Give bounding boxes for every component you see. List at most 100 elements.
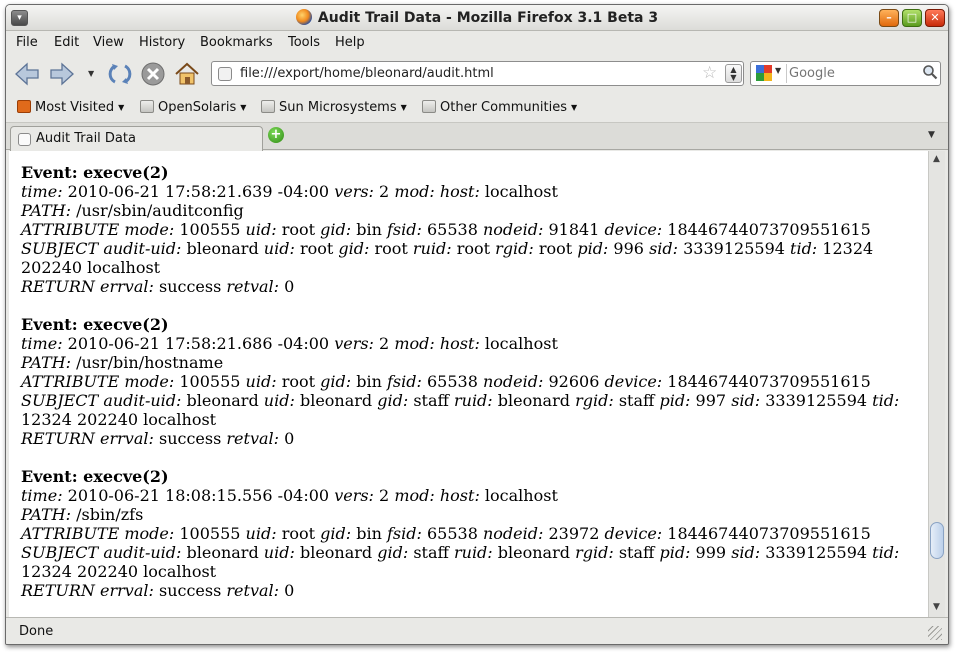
event-header-line: time: 2010-06-21 17:58:21.639 -04:00 ver… [21, 182, 921, 201]
device-value: 18446744073709551615 [667, 372, 871, 391]
event-title: Event: execve(2) [21, 163, 169, 182]
bookmark-other-communities[interactable]: Other Communities ▼ [422, 100, 577, 115]
home-icon[interactable] [173, 61, 201, 87]
uid-label: uid: [245, 220, 277, 239]
menu-file[interactable]: File [16, 35, 38, 50]
gid-label: gid: [377, 543, 409, 562]
tid-value: 12324 202240 localhost [21, 562, 217, 581]
bookmark-most-visited[interactable]: Most Visited ▼ [17, 100, 124, 115]
tab-audit-trail-data[interactable]: Audit Trail Data [10, 126, 263, 151]
menu-history[interactable]: History [139, 35, 185, 50]
bookmark-sun-microsystems[interactable]: Sun Microsystems ▼ [261, 100, 407, 115]
ruid-label: ruid: [453, 543, 493, 562]
fsid-value: 65538 [426, 220, 478, 239]
retval-value: 0 [284, 581, 295, 600]
menu-view[interactable]: View [93, 35, 124, 50]
path-label: PATH: [21, 353, 71, 372]
stop-icon[interactable] [139, 61, 167, 87]
reload-icon[interactable] [106, 61, 134, 87]
sid-value: 3339125594 [683, 239, 785, 258]
scroll-up-icon[interactable]: ▲ [933, 154, 940, 164]
scroll-down-icon[interactable]: ▼ [933, 602, 940, 612]
vers-value: 2 [379, 334, 390, 353]
pid-value: 997 [695, 391, 727, 410]
menu-tools[interactable]: Tools [288, 35, 320, 50]
host-label: host: [439, 182, 480, 201]
page-content[interactable]: Event: execve(2) time: 2010-06-21 17:58:… [9, 151, 928, 617]
rgid-label: rgid: [495, 239, 534, 258]
maximize-button[interactable]: □ [902, 9, 922, 27]
event-return-line: RETURN errval: success retval: 0 [21, 429, 921, 448]
menu-bookmarks[interactable]: Bookmarks [200, 35, 273, 50]
sid-label: sid: [649, 239, 679, 258]
rgid-value: root [538, 239, 573, 258]
rgid-value: staff [618, 543, 655, 562]
folder-icon [261, 100, 275, 113]
minimize-button[interactable]: – [879, 9, 899, 27]
title-bar[interactable]: ▾ Audit Trail Data - Mozilla Firefox 3.1… [6, 5, 948, 31]
resize-grip-icon[interactable] [928, 626, 942, 640]
sid-label: sid: [731, 543, 761, 562]
device-value: 18446744073709551615 [667, 524, 871, 543]
sid-value: 3339125594 [765, 543, 868, 562]
search-go-icon[interactable] [922, 64, 938, 80]
ruid-value: root [456, 239, 491, 258]
search-input[interactable] [789, 63, 919, 84]
return-label: RETURN [21, 277, 95, 296]
uid-value: bleonard [299, 391, 373, 410]
firefox-logo-icon [295, 9, 312, 25]
nodeid-value: 91841 [548, 220, 600, 239]
gid-label: gid: [377, 391, 409, 410]
new-tab-icon[interactable]: + [268, 127, 284, 143]
page-favicon-icon [218, 67, 232, 81]
forward-icon[interactable] [48, 61, 76, 87]
scrollbar-thumb[interactable] [930, 522, 944, 559]
audit-uid-label: audit-uid: [103, 543, 182, 562]
chevron-down-icon: ▼ [400, 103, 407, 112]
bookmark-opensolaris[interactable]: OpenSolaris ▼ [140, 100, 246, 115]
subject-label: SUBJECT [21, 391, 99, 410]
audit-event: Event: execve(2) time: 2010-06-21 17:58:… [21, 163, 921, 296]
attribute-label: ATTRIBUTE [21, 220, 120, 239]
url-text[interactable]: file:///export/home/bleonard/audit.html [240, 66, 494, 81]
bookmark-label: Other Communities [440, 100, 567, 115]
audit-uid-value: bleonard [186, 391, 259, 410]
vers-value: 2 [379, 182, 390, 201]
ruid-value: bleonard [497, 543, 570, 562]
rgid-label: rgid: [575, 543, 614, 562]
fsid-label: fsid: [387, 220, 422, 239]
uid-label: uid: [263, 543, 295, 562]
retval-value: 0 [284, 429, 295, 448]
tid-label: tid: [872, 391, 900, 410]
time-label: time: [21, 486, 63, 505]
event-list: Event: execve(2) time: 2010-06-21 17:58:… [21, 163, 921, 617]
nodeid-label: nodeid: [482, 220, 544, 239]
fsid-value: 65538 [426, 524, 478, 543]
close-button[interactable]: ✕ [925, 9, 945, 27]
menu-help[interactable]: Help [335, 35, 365, 50]
vers-value: 2 [379, 486, 390, 505]
bookmarks-toolbar: Most Visited ▼ OpenSolaris ▼ Sun Microsyst… [6, 93, 948, 123]
tab-list-dropdown-icon[interactable]: ▼ [928, 130, 935, 140]
sid-label: sid: [731, 391, 761, 410]
url-dropdown-icon[interactable]: ▲ ▼ [725, 64, 742, 83]
attribute-label: ATTRIBUTE [21, 372, 120, 391]
errval-label: errval: [100, 277, 154, 296]
menu-edit[interactable]: Edit [54, 35, 79, 50]
uid-label: uid: [263, 391, 295, 410]
device-label: device: [604, 372, 663, 391]
url-bar[interactable]: file:///export/home/bleonard/audit.html … [211, 61, 744, 86]
back-icon[interactable] [13, 61, 41, 87]
tab-label: Audit Trail Data [36, 131, 136, 146]
pid-label: pid: [577, 239, 609, 258]
gid-value: bin [356, 220, 382, 239]
path-value: /sbin/zfs [76, 505, 144, 524]
audit-uid-value: bleonard [186, 543, 259, 562]
bookmark-star-icon[interactable]: ☆ [702, 63, 717, 83]
search-engine-button[interactable]: ▼ [753, 64, 787, 83]
host-value: localhost [484, 182, 558, 201]
vertical-scrollbar[interactable]: ▲ ▼ [928, 151, 945, 617]
engine-dropdown-icon: ▼ [775, 66, 782, 75]
history-dropdown-icon[interactable]: ▼ [88, 69, 94, 78]
nodeid-label: nodeid: [482, 524, 544, 543]
